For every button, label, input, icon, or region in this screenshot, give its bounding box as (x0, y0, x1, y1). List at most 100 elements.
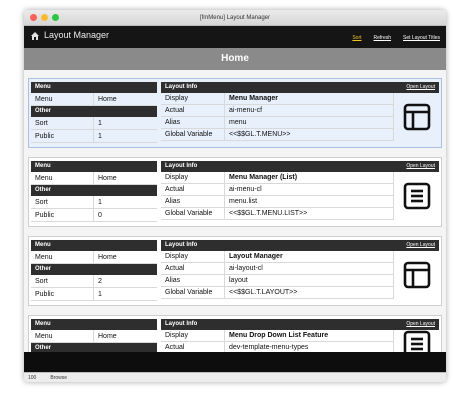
layout-info-header: Layout Info Open Layout (161, 240, 439, 251)
layout-record[interactable]: Menu Menu Home Other Sort 1 Public 0 Layout… (28, 157, 442, 227)
layout-icon-box[interactable] (393, 251, 439, 299)
open-layout-link[interactable]: Open Layout (406, 82, 435, 93)
public-row: Public 1 (31, 288, 157, 301)
global-variable-value[interactable]: <<$$GL.T.LAYOUT>> (224, 287, 393, 298)
other-header: Other (31, 106, 157, 117)
menu-label: Menu (35, 96, 53, 103)
display-value[interactable]: Layout Manager (224, 251, 393, 262)
menu-header: Menu (31, 319, 157, 330)
display-row: Display Menu Drop Down List Feature (161, 330, 393, 342)
actual-value[interactable]: ai-menu-cf (224, 105, 393, 116)
menu-value[interactable]: Home (93, 93, 157, 105)
list-icon-box[interactable] (393, 330, 439, 352)
menu-value[interactable]: Home (93, 330, 157, 342)
list-icon (403, 182, 430, 210)
layout-info-panel: Layout Info Open Layout Display Menu Manag… (161, 82, 439, 143)
other-header: Other (31, 343, 157, 352)
page-heading: Home (24, 48, 446, 70)
layout-info-panel: Layout Info Open Layout Display Menu Manag… (161, 161, 439, 222)
public-value[interactable]: 1 (93, 288, 157, 300)
alias-row: Alias layout (161, 275, 393, 287)
alias-value[interactable]: menu.list (224, 196, 393, 207)
layout-record[interactable]: Menu MenuHome Other Sort Layout Info Open… (28, 315, 442, 352)
actual-value[interactable]: dev-template-menu-types (224, 342, 393, 352)
display-label: Display (165, 95, 188, 102)
menu-panel: Menu MenuHome Other Sort (31, 319, 157, 352)
global-variable-label: Global Variable (165, 289, 213, 296)
menu-value[interactable]: Home (93, 251, 157, 263)
display-value[interactable]: Menu Manager (224, 93, 393, 104)
list-icon-box[interactable] (393, 172, 439, 220)
alias-row: Alias menu (161, 117, 393, 129)
actual-row: Actual dev-template-menu-types (161, 342, 393, 352)
alias-value[interactable]: menu (224, 117, 393, 128)
display-label: Display (165, 174, 188, 181)
display-value[interactable]: Menu Drop Down List Feature (224, 330, 393, 341)
global-variable-label: Global Variable (165, 210, 213, 217)
layout-icon-box[interactable] (393, 93, 439, 141)
zoom-level[interactable]: 100 (28, 373, 36, 382)
close-window-button[interactable] (30, 14, 37, 21)
layout-record[interactable]: Menu Menu Home Other Sort 2 Public 1 Layout… (28, 236, 442, 306)
public-value[interactable]: 1 (93, 130, 157, 142)
sort-label: Sort (35, 278, 48, 285)
actual-value[interactable]: ai-menu-cl (224, 184, 393, 195)
global-variable-value[interactable]: <<$$GL.T.MENU.LIST>> (224, 208, 393, 219)
home-icon[interactable] (30, 31, 40, 41)
menu-header: Menu (31, 82, 157, 93)
menu-panel: Menu Menu Home Other Sort 1 Public 1 (31, 82, 157, 143)
public-label: Public (35, 291, 55, 298)
minimize-window-button[interactable] (41, 14, 48, 21)
public-label: Public (35, 212, 55, 219)
app-title: Layout Manager (44, 30, 110, 40)
actual-row: Actual ai-menu-cl (161, 184, 393, 196)
actual-value[interactable]: ai-layout-cl (224, 263, 393, 274)
open-layout-link[interactable]: Open Layout (406, 161, 435, 172)
menu-row: Menu Home (31, 93, 157, 106)
layout-info-header: Layout Info Open Layout (161, 161, 439, 172)
global-variable-value[interactable]: <<$$GL.T.MENU>> (224, 129, 393, 140)
layout-icon (403, 261, 430, 289)
public-label: Public (35, 133, 55, 140)
public-value[interactable]: 0 (93, 209, 157, 221)
window-titlebar: [fmMenu] Layout Manager (24, 10, 446, 26)
display-label: Display (165, 332, 188, 339)
open-layout-link[interactable]: Open Layout (406, 319, 435, 330)
layout-info-title: Layout Info (165, 321, 198, 327)
menu-label: Menu (35, 175, 53, 182)
menu-panel: Menu Menu Home Other Sort 2 Public 1 (31, 240, 157, 301)
global-variable-label: Global Variable (165, 131, 213, 138)
window-title: [fmMenu] Layout Manager (199, 15, 271, 21)
actual-label: Actual (165, 265, 185, 272)
refresh-link[interactable]: Refresh (374, 35, 392, 41)
actual-label: Actual (165, 107, 185, 114)
mode-indicator[interactable]: Browse (50, 373, 67, 382)
set-layout-titles-link[interactable]: Set Layout Titles (403, 35, 440, 41)
layout-info-header: Layout Info Open Layout (161, 82, 439, 93)
sort-value[interactable]: 1 (93, 117, 157, 129)
alias-value[interactable]: layout (224, 275, 393, 286)
sort-link[interactable]: Sort (352, 35, 361, 41)
layout-record[interactable]: Menu Menu Home Other Sort 1 Public 1 Layout… (28, 78, 442, 148)
public-row: Public 0 (31, 209, 157, 222)
actual-label: Actual (165, 344, 185, 351)
global-variable-row: Global Variable <<$$GL.T.MENU>> (161, 129, 393, 141)
menu-value[interactable]: Home (93, 172, 157, 184)
layout-info-title: Layout Info (165, 84, 198, 90)
sort-value[interactable]: 2 (93, 275, 157, 287)
alias-row: Alias menu.list (161, 196, 393, 208)
actual-row: Actual ai-layout-cl (161, 263, 393, 275)
other-header: Other (31, 264, 157, 275)
layout-info-title: Layout Info (165, 242, 198, 248)
actual-row: Actual ai-menu-cf (161, 105, 393, 117)
record-list[interactable]: Menu Menu Home Other Sort 1 Public 1 Layout… (24, 72, 446, 352)
open-layout-link[interactable]: Open Layout (406, 240, 435, 251)
display-value[interactable]: Menu Manager (List) (224, 172, 393, 183)
sort-value[interactable]: 1 (93, 196, 157, 208)
zoom-window-button[interactable] (52, 14, 59, 21)
app-header: Layout Manager Sort Refresh Set Layout T… (24, 26, 446, 48)
menu-label: Menu (35, 333, 53, 340)
display-row: Display Menu Manager (List) (161, 172, 393, 184)
status-bar: 100 Browse (24, 372, 446, 382)
global-variable-row: Global Variable <<$$GL.T.LAYOUT>> (161, 287, 393, 299)
